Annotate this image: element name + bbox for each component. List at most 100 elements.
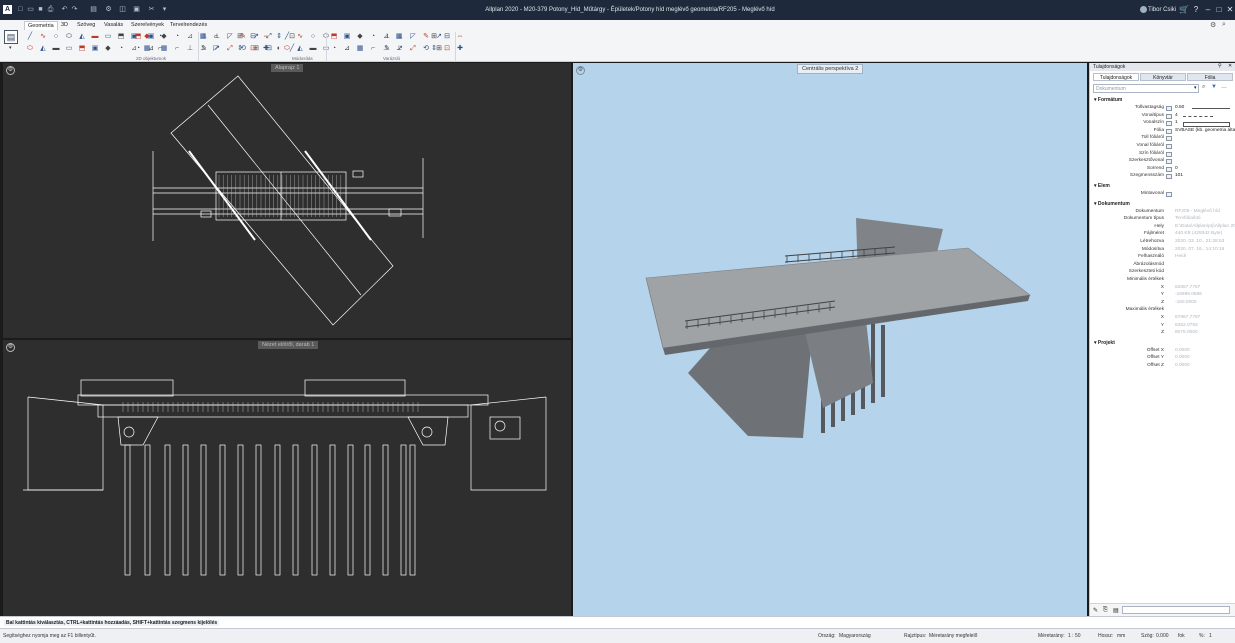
arc-tool-icon[interactable]: ◔ xyxy=(173,33,181,41)
status-percent-value[interactable]: 1 xyxy=(1209,633,1212,639)
tools-icon[interactable]: ✂ xyxy=(147,6,156,14)
fill-tool-icon[interactable]: ▬ xyxy=(52,45,60,53)
hatch-tool-icon[interactable]: ⬒ xyxy=(78,45,86,53)
pattern-tool-icon[interactable]: ▣ xyxy=(147,33,155,41)
rotate-tool-icon[interactable]: ⟲ xyxy=(422,45,430,53)
print-icon[interactable]: ⎙ xyxy=(46,6,55,14)
split-tool-icon[interactable]: ⊟ xyxy=(249,33,257,41)
property-icon[interactable] xyxy=(1166,128,1172,134)
close-icon[interactable]: ✕ xyxy=(1224,5,1235,15)
property-value[interactable]: 4 xyxy=(1175,113,1178,118)
dropdown-icon[interactable]: ▾ xyxy=(1194,85,1197,91)
palette-dropdown-icon[interactable]: ▾ xyxy=(9,45,12,51)
shade-tool-icon[interactable]: ◐ xyxy=(275,45,283,53)
property-value[interactable]: 0 xyxy=(1175,166,1178,171)
perpendicular-tool-icon[interactable]: ⊥ xyxy=(186,45,194,53)
fill-tool-icon[interactable]: ▬ xyxy=(91,33,99,41)
property-value[interactable]: -16998.0686 xyxy=(1175,292,1202,297)
property-icon[interactable] xyxy=(1166,166,1172,172)
add-tool-icon[interactable]: ✚ xyxy=(456,45,464,53)
property-value[interactable]: 0.0000 xyxy=(1175,363,1190,368)
grid-tool-icon[interactable]: ▦ xyxy=(356,45,364,53)
flip-tool-icon[interactable]: ⇕ xyxy=(430,45,438,53)
ellipse-tool-icon[interactable]: ⬭ xyxy=(26,45,34,53)
perpendicular-tool-icon[interactable]: ⊥ xyxy=(200,33,208,41)
line-tool-icon[interactable]: ╱ xyxy=(26,33,34,41)
stretch-tool-icon[interactable]: ⤢ xyxy=(409,45,417,53)
property-value[interactable]: 0.0000 xyxy=(1175,348,1190,353)
property-icon[interactable] xyxy=(1166,136,1172,142)
perpendicular-tool-icon[interactable]: ⊥ xyxy=(383,33,391,41)
property-icon[interactable] xyxy=(1166,192,1172,197)
stretch-tool-icon[interactable]: ⤢ xyxy=(226,45,234,53)
property-icon[interactable] xyxy=(1166,159,1172,165)
grid-tool-icon[interactable]: ▦ xyxy=(160,45,168,53)
join-tool-icon[interactable]: ⊞ xyxy=(236,33,244,41)
mirror-tool-icon[interactable]: ⇔ xyxy=(262,33,270,41)
point-tool-icon[interactable]: ◆ xyxy=(104,45,112,53)
status-angle-value[interactable]: 0.000 xyxy=(1156,633,1169,639)
property-value[interactable]: 101 xyxy=(1175,173,1183,178)
add-tool-icon[interactable]: ✚ xyxy=(262,45,270,53)
property-icon[interactable] xyxy=(1166,121,1172,127)
arc-tool-icon[interactable]: ◔ xyxy=(117,45,125,53)
window-icon[interactable]: ▣ xyxy=(132,6,141,14)
fill-tool-icon[interactable]: ▬ xyxy=(309,45,317,53)
join-tool-icon[interactable]: ⊞ xyxy=(430,33,438,41)
viewport-plan[interactable]: ⚙ Alaprajz 1 xyxy=(3,63,571,338)
arc-tool-icon[interactable]: ◔ xyxy=(134,45,142,53)
edit-tool-icon[interactable]: ✎ xyxy=(383,45,391,53)
tab-tervelrendezes[interactable]: Tervelrendezés xyxy=(167,21,210,30)
tab-szerelvenyek[interactable]: Szerelvények xyxy=(128,21,167,30)
palette-icon[interactable]: ▤ xyxy=(4,30,18,44)
tab-tulajdonsagok[interactable]: Tulajdonságok xyxy=(1093,73,1139,81)
new-file-icon[interactable]: □ xyxy=(16,6,25,14)
polygon-tool-icon[interactable]: ◭ xyxy=(39,45,47,53)
property-value[interactable]: 67867.7787 xyxy=(1175,315,1200,320)
hatch-tool-icon[interactable]: ⬒ xyxy=(330,33,338,41)
dropdown-icon[interactable]: ▾ xyxy=(160,6,169,14)
arc-tool-icon[interactable]: ◔ xyxy=(330,45,338,53)
settings-gear-icon[interactable]: ⚙ xyxy=(1210,21,1216,29)
polygon-tool-icon[interactable]: ◭ xyxy=(78,33,86,41)
edit-tool-icon[interactable]: ✎ xyxy=(200,45,208,53)
curve-tool-icon[interactable]: ∿ xyxy=(39,33,47,41)
more-options-icon[interactable]: … xyxy=(1221,84,1227,90)
pattern-tool-icon[interactable]: ▣ xyxy=(91,45,99,53)
pattern-tool-icon[interactable]: ▣ xyxy=(343,33,351,41)
tab-konyvtar[interactable]: Könyvtár xyxy=(1140,73,1186,81)
search-icon[interactable]: ⌕ xyxy=(1222,21,1226,29)
property-icon[interactable] xyxy=(1166,174,1172,180)
angle-tool-icon[interactable]: ⟂ xyxy=(213,33,221,41)
user-avatar-icon[interactable] xyxy=(1140,6,1147,13)
layers-icon[interactable]: ▤ xyxy=(89,6,98,14)
save-icon[interactable]: ■ xyxy=(36,6,45,14)
property-value[interactable]: RF205 - Meglévő híd xyxy=(1175,209,1220,214)
close-panel-icon[interactable]: ✕ xyxy=(1228,63,1232,69)
status-scale-value[interactable]: 1 : 50 xyxy=(1068,633,1081,639)
box-tool-icon[interactable]: ⊡ xyxy=(443,45,451,53)
property-value[interactable]: Heidi xyxy=(1175,254,1186,259)
tab-3d[interactable]: 3D xyxy=(58,21,71,30)
section-dokumentum[interactable]: ▾ Dokumentum xyxy=(1094,201,1130,207)
property-value[interactable]: 62657.7787 xyxy=(1175,285,1200,290)
property-value[interactable]: 2020. 07. 16., 14:10:16 xyxy=(1175,247,1224,252)
box-tool-icon[interactable]: ⊡ xyxy=(249,45,257,53)
section-projekt[interactable]: ▾ Projekt xyxy=(1094,340,1115,346)
property-value[interactable]: 0.50 xyxy=(1175,105,1184,110)
viewport-perspective[interactable]: ⚙ Centrális perspektíva 2 xyxy=(573,63,1087,616)
property-value[interactable]: E:\Data\Allplan\prj\Allplan 2020 xyxy=(1175,224,1235,229)
line-tool-icon[interactable]: ╱ xyxy=(283,33,291,41)
curve-tool-icon[interactable]: ∿ xyxy=(296,33,304,41)
property-value[interactable]: SVBASE (kb. geometria általán xyxy=(1175,128,1235,133)
property-value[interactable]: 8075.0000 xyxy=(1175,330,1198,335)
cart-icon[interactable]: 🛒 xyxy=(1178,5,1190,15)
circle-tool-icon[interactable]: ○ xyxy=(52,33,60,41)
pick-icon[interactable]: ✎ xyxy=(1093,607,1098,614)
help-icon[interactable]: ? xyxy=(1190,5,1202,15)
property-icon[interactable] xyxy=(1166,144,1172,149)
offset-tool-icon[interactable]: ⌐ xyxy=(369,45,377,53)
user-name[interactable]: Tibor Csiki xyxy=(1148,7,1176,13)
settings-icon[interactable]: ⚙ xyxy=(104,6,113,14)
corner-tool-icon[interactable]: ◸ xyxy=(409,33,417,41)
